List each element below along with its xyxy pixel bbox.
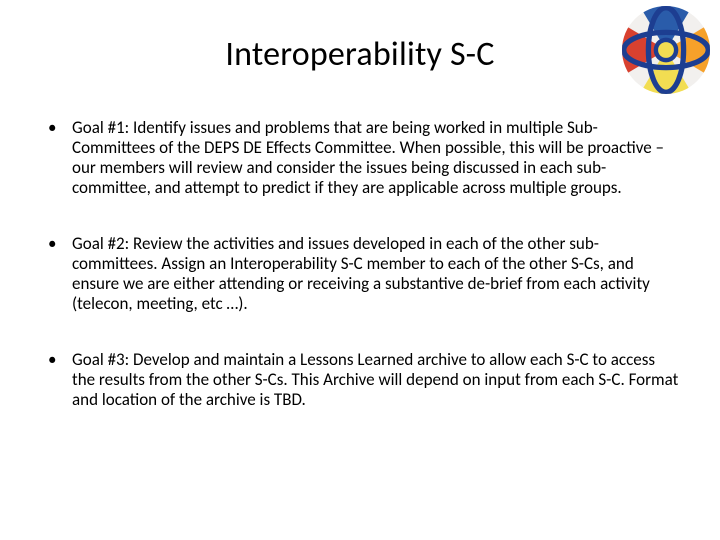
goal-text: Develop and maintain a Lessons Learned a…: [72, 349, 678, 410]
goal-text: Identify issues and problems that are be…: [72, 117, 664, 198]
slide-title: Interoperability S-C: [0, 34, 720, 75]
slide-body: Goal #1: Identify issues and problems th…: [46, 118, 680, 447]
goal-label: Goal #1:: [72, 117, 129, 138]
slide: Interoperability S-C Goal #1: Identify i…: [0, 0, 720, 540]
bullet-list: Goal #1: Identify issues and problems th…: [46, 118, 680, 411]
list-item: Goal #1: Identify issues and problems th…: [46, 118, 680, 198]
list-item: Goal #3: Develop and maintain a Lessons …: [46, 350, 680, 410]
goal-text: Review the activities and issues develop…: [72, 233, 650, 314]
list-item: Goal #2: Review the activities and issue…: [46, 234, 680, 314]
goal-label: Goal #3:: [72, 349, 129, 370]
goal-label: Goal #2:: [72, 233, 129, 254]
